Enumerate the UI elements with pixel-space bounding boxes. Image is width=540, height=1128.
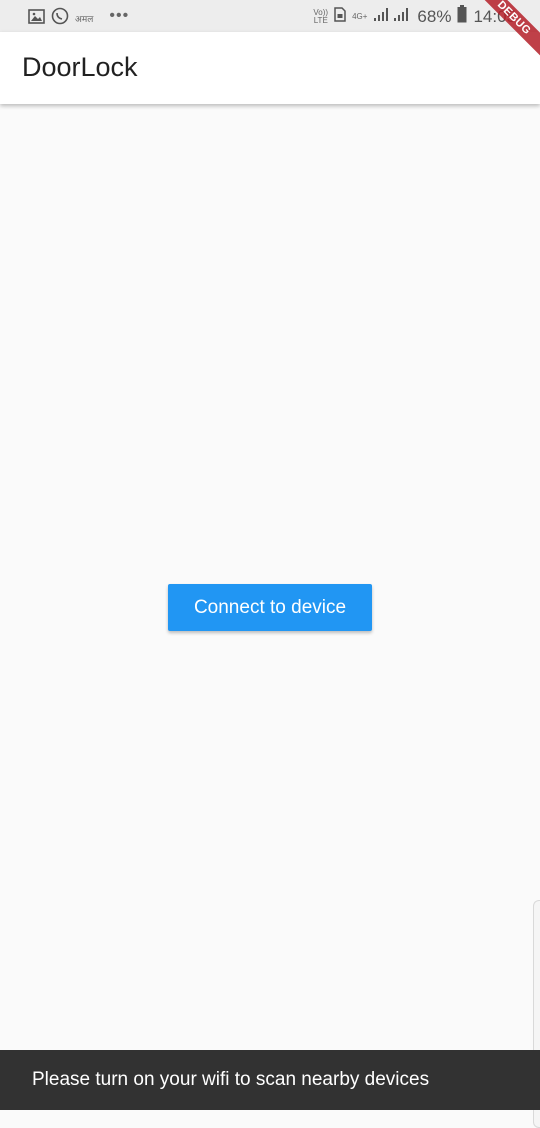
network-type-icon: 4G+ bbox=[352, 11, 368, 21]
notification-text: अमल bbox=[75, 14, 94, 24]
battery-percent: 68% bbox=[417, 6, 452, 26]
gallery-icon bbox=[28, 8, 45, 29]
overflow-notifications-icon: ••• bbox=[109, 6, 130, 24]
connect-to-device-button[interactable]: Connect to device bbox=[168, 584, 372, 631]
snackbar: Please turn on your wifi to scan nearby … bbox=[0, 1050, 540, 1110]
signal-strength-icon bbox=[373, 6, 411, 27]
whatsapp-icon bbox=[51, 7, 69, 30]
sim-icon bbox=[334, 6, 346, 27]
volte-icon: Vo)) LTE bbox=[313, 7, 329, 25]
main-content: Connect to device bbox=[0, 104, 540, 1128]
page-title: DoorLock bbox=[22, 52, 138, 82]
status-left-icons: अमल ••• bbox=[28, 7, 129, 30]
status-bar: अमल ••• Vo)) LTE 4G+ 68% 14:05 bbox=[0, 0, 540, 32]
status-right-icons: Vo)) LTE 4G+ 68% 14:05 bbox=[313, 5, 516, 28]
app-bar: DoorLock bbox=[0, 32, 540, 104]
battery-icon bbox=[457, 5, 467, 28]
snackbar-message: Please turn on your wifi to scan nearby … bbox=[32, 1069, 430, 1090]
